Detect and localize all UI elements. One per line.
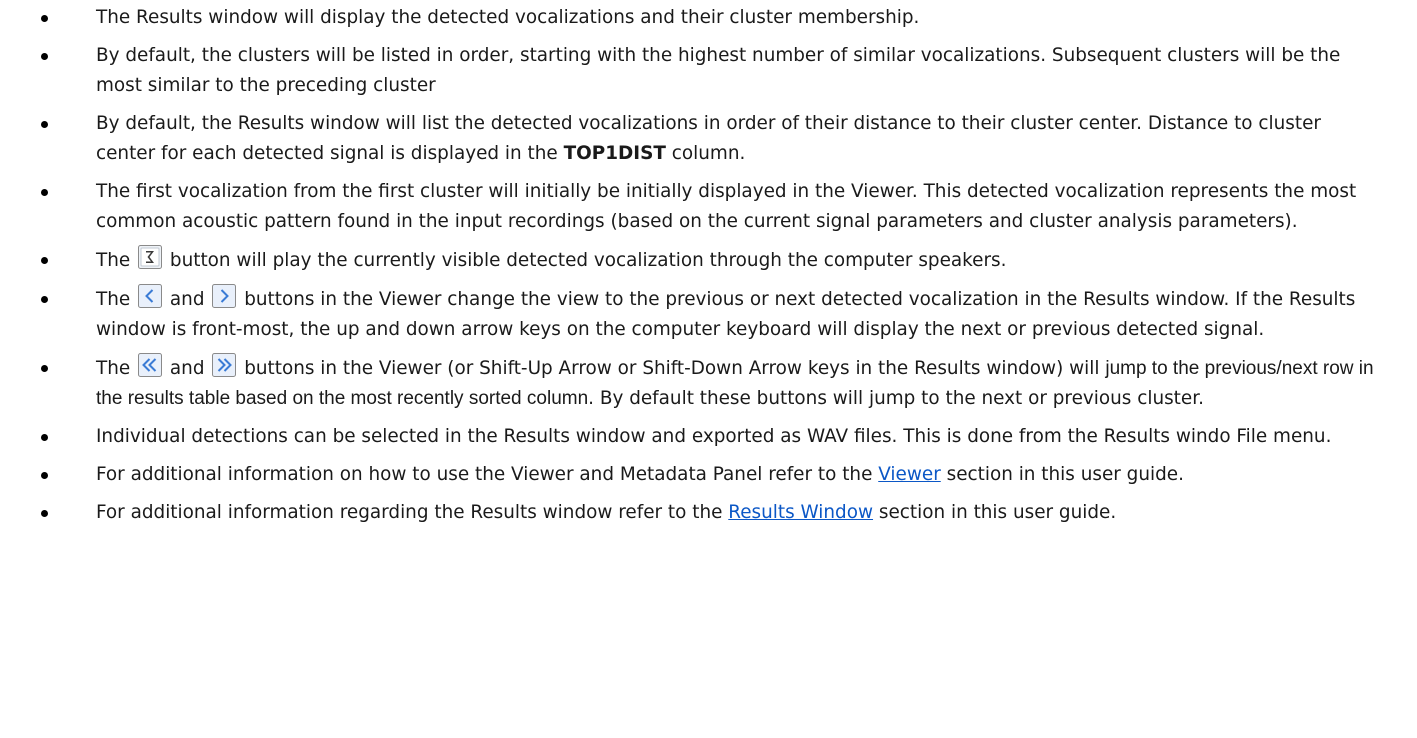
bullet-text: The Results window will display the dete… <box>96 7 920 28</box>
jump-next-button-icon <box>212 353 237 377</box>
list-item: By default, the clusters will be listed … <box>0 41 1417 101</box>
list-item: The button will play the currently visib… <box>0 245 1417 276</box>
bullet-text: For additional information regarding the… <box>96 502 729 523</box>
bullet-text: The <box>96 358 137 379</box>
list-item: For additional information on how to use… <box>0 460 1417 490</box>
play-button-icon <box>138 245 163 269</box>
bullet-text: column. <box>665 143 746 164</box>
bullet-dot <box>41 296 48 303</box>
bullet-dot <box>41 365 48 372</box>
list-item: By default, the Results window will list… <box>0 109 1417 169</box>
bullet-text: and <box>164 289 211 310</box>
bullet-text: . By default these buttons will jump to … <box>588 388 1204 409</box>
next-button-icon <box>212 284 237 308</box>
list-item: For additional information regarding the… <box>0 498 1417 528</box>
bullet-text: By default, the clusters will be listed … <box>96 45 1341 96</box>
previous-button-icon <box>138 284 163 308</box>
results-window-section-link[interactable]: Results Window <box>728 502 873 523</box>
bullet-dot <box>41 257 48 264</box>
bullet-text: and <box>164 358 211 379</box>
document-body: The Results window will display the dete… <box>0 0 1417 536</box>
bullet-text: The <box>96 250 137 271</box>
jump-previous-button-icon <box>138 353 163 377</box>
viewer-section-link[interactable]: Viewer <box>878 464 941 485</box>
list-item: The Results window will display the dete… <box>0 3 1417 33</box>
bullet-dot <box>41 472 48 479</box>
bullet-list: The Results window will display the dete… <box>0 3 1417 528</box>
list-item: The first vocalization from the first cl… <box>0 177 1417 237</box>
bullet-text: Individual detections can be selected in… <box>96 426 1332 447</box>
bullet-dot <box>41 15 48 22</box>
bullet-dot <box>41 510 48 517</box>
column-name-top1dist: TOP1DIST <box>563 143 666 164</box>
bullet-dot <box>41 53 48 60</box>
bullet-dot <box>41 434 48 441</box>
bullet-text: For additional information on how to use… <box>96 464 879 485</box>
bullet-text: The <box>96 289 137 310</box>
bullet-text: The first vocalization from the first cl… <box>96 181 1357 232</box>
bullet-text: section in this user guide. <box>873 502 1117 523</box>
bullet-text: buttons in the Viewer change the view to… <box>96 289 1356 340</box>
bullet-dot <box>41 121 48 128</box>
bullet-dot <box>41 189 48 196</box>
list-item: The and buttons in the Viewer (or Shift-… <box>0 353 1417 414</box>
bullet-text: section in this user guide. <box>940 464 1184 485</box>
list-item: Individual detections can be selected in… <box>0 422 1417 452</box>
bullet-text: button will play the currently visible d… <box>164 250 1007 271</box>
bullet-text: buttons in the Viewer (or Shift-Up Arrow… <box>238 358 1106 379</box>
list-item: The and buttons in the Viewer change the… <box>0 284 1417 345</box>
